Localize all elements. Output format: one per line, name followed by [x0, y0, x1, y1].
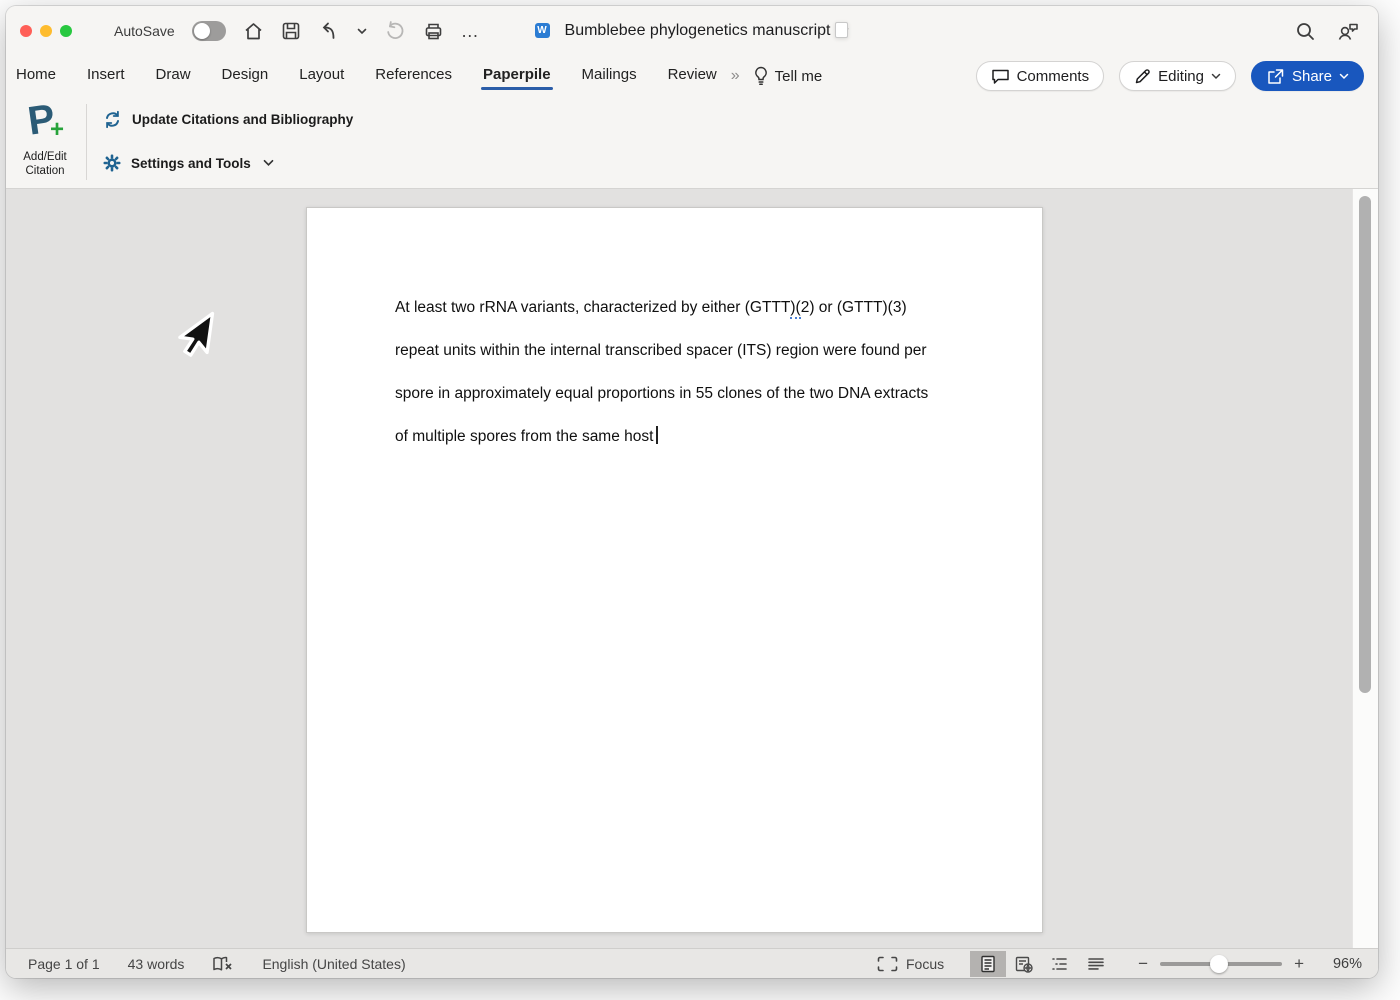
text-cursor	[656, 426, 658, 444]
home-icon[interactable]	[243, 21, 264, 42]
share-button[interactable]: Share	[1251, 61, 1364, 91]
doc-line-2[interactable]: repeat units within the internal transcr…	[395, 329, 952, 372]
word-window: AutoSave … W	[6, 6, 1378, 978]
zoom-slider-thumb[interactable]	[1210, 955, 1228, 973]
settings-chevron-icon	[263, 159, 274, 167]
close-window-button[interactable]	[20, 25, 32, 37]
zoom-controls: − +	[1138, 955, 1304, 972]
undo-button[interactable]	[318, 20, 340, 42]
doc-line-3[interactable]: spore in approximately equal proportions…	[395, 372, 952, 415]
tab-paperpile[interactable]: Paperpile	[483, 60, 551, 92]
comment-bubble-icon	[991, 68, 1010, 85]
share-label: Share	[1292, 68, 1332, 85]
editing-mode-button[interactable]: Editing	[1119, 61, 1236, 91]
tab-references[interactable]: References	[375, 60, 452, 92]
tab-draw[interactable]: Draw	[156, 60, 191, 92]
lightbulb-icon	[754, 66, 768, 86]
gear-icon	[103, 154, 121, 172]
editing-chevron-icon	[1211, 73, 1221, 80]
add-edit-citation-label-line2: Citation	[14, 164, 76, 178]
settings-and-tools-label: Settings and Tools	[131, 156, 251, 171]
comments-label: Comments	[1017, 68, 1090, 85]
pencil-icon	[1134, 68, 1151, 85]
status-bar: Page 1 of 1 43 words English (United Sta…	[6, 948, 1378, 978]
traffic-lights	[20, 25, 72, 37]
focus-label: Focus	[906, 956, 944, 972]
vertical-scrollbar-track[interactable]	[1352, 189, 1378, 948]
document-title[interactable]: Bumblebee phylogenetics manuscript	[565, 22, 831, 40]
feedback-person-icon[interactable]	[1336, 20, 1360, 42]
search-icon[interactable]	[1295, 21, 1316, 42]
add-edit-citation-label-line1: Add/Edit	[14, 150, 76, 164]
share-icon	[1266, 68, 1285, 85]
web-layout-view-button[interactable]	[1006, 951, 1042, 977]
focus-mode-button[interactable]: Focus	[877, 956, 944, 972]
word-count[interactable]: 43 words	[128, 956, 185, 972]
tab-overflow-icon[interactable]: »	[731, 67, 738, 85]
autosave-toggle-knob	[194, 23, 210, 39]
document-text[interactable]: At least two rRNA variants, characterize…	[307, 208, 1042, 458]
tab-insert[interactable]: Insert	[87, 60, 125, 92]
tell-me-label: Tell me	[775, 68, 823, 85]
outline-view-icon	[1051, 956, 1069, 972]
ribbon-divider	[86, 104, 87, 180]
refresh-icon	[103, 110, 122, 129]
word-document-icon: W	[535, 21, 557, 41]
mouse-cursor-icon	[166, 289, 224, 379]
doc-line-1[interactable]: At least two rRNA variants, characterize…	[395, 286, 952, 329]
print-icon[interactable]	[423, 21, 444, 42]
title-dropdown-chevron-icon[interactable]	[838, 27, 849, 35]
tab-layout[interactable]: Layout	[299, 60, 344, 92]
comments-button[interactable]: Comments	[976, 61, 1105, 91]
zoom-window-button[interactable]	[60, 25, 72, 37]
zoom-in-button[interactable]: +	[1294, 955, 1304, 972]
draft-view-icon	[1087, 957, 1105, 971]
tab-review[interactable]: Review	[668, 60, 717, 92]
proofing-status-icon[interactable]	[212, 955, 234, 973]
settings-and-tools-button[interactable]: Settings and Tools	[103, 142, 353, 184]
undo-dropdown-chevron-icon[interactable]	[357, 28, 367, 35]
title-bar: AutoSave … W	[6, 6, 1378, 56]
language-indicator[interactable]: English (United States)	[262, 956, 405, 972]
zoom-slider[interactable]	[1160, 962, 1282, 966]
share-chevron-icon	[1339, 73, 1349, 80]
focus-icon	[877, 956, 898, 972]
update-citations-button[interactable]: Update Citations and Bibliography	[103, 98, 353, 140]
minimize-window-button[interactable]	[40, 25, 52, 37]
print-layout-view-button[interactable]	[970, 951, 1006, 977]
zoom-out-button[interactable]: −	[1138, 955, 1148, 972]
draft-view-button[interactable]	[1078, 951, 1114, 977]
tab-mailings[interactable]: Mailings	[582, 60, 637, 92]
view-switcher	[970, 951, 1114, 977]
tab-design[interactable]: Design	[222, 60, 269, 92]
vertical-scrollbar-thumb[interactable]	[1359, 196, 1371, 693]
autosave-label: AutoSave	[114, 23, 175, 39]
doc-line-4[interactable]: of multiple spores from the same host	[395, 415, 952, 458]
grammar-squiggle[interactable]: )(	[790, 299, 800, 319]
web-layout-icon	[1015, 955, 1033, 973]
tell-me-control[interactable]: Tell me	[754, 66, 823, 86]
ribbon-tab-row: Home Insert Draw Design Layout Reference…	[6, 56, 1378, 96]
more-commands-icon[interactable]: …	[461, 26, 480, 36]
autosave-toggle[interactable]	[192, 21, 226, 41]
save-icon[interactable]	[281, 21, 301, 41]
update-citations-label: Update Citations and Bibliography	[132, 112, 353, 127]
document-canvas: At least two rRNA variants, characterize…	[6, 189, 1378, 948]
tab-home[interactable]: Home	[16, 60, 56, 92]
page-indicator[interactable]: Page 1 of 1	[28, 956, 100, 972]
zoom-percentage[interactable]: 96%	[1314, 956, 1362, 972]
paperpile-logo-icon: P +	[14, 100, 76, 146]
outline-view-button[interactable]	[1042, 951, 1078, 977]
add-edit-citation-button[interactable]: P + Add/Edit Citation	[14, 100, 76, 178]
redo-button	[384, 20, 406, 42]
editing-label: Editing	[1158, 68, 1204, 85]
document-page[interactable]: At least two rRNA variants, characterize…	[306, 207, 1043, 933]
print-layout-icon	[980, 955, 996, 973]
paperpile-ribbon: P + Add/Edit Citation Update Citations a…	[6, 96, 1378, 189]
